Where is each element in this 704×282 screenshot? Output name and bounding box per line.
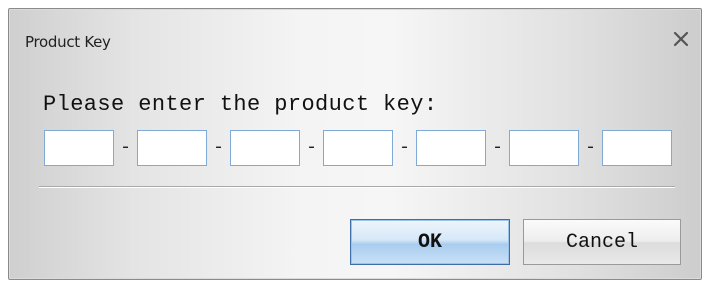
dialog-title: Product Key — [25, 33, 111, 51]
divider — [39, 186, 675, 188]
key-separator: - — [120, 138, 131, 158]
key-separator: - — [492, 138, 503, 158]
close-icon — [673, 31, 689, 47]
key-segment-3[interactable] — [230, 130, 300, 166]
key-segment-4[interactable] — [323, 130, 393, 166]
key-segment-2[interactable] — [137, 130, 207, 166]
product-key-dialog: Product Key Please enter the product key… — [8, 8, 702, 280]
close-button[interactable] — [669, 27, 693, 51]
product-key-fields: - - - - - - — [44, 130, 672, 166]
key-segment-7[interactable] — [602, 130, 672, 166]
ok-button[interactable]: OK — [350, 219, 510, 265]
key-segment-6[interactable] — [509, 130, 579, 166]
cancel-button[interactable]: Cancel — [523, 219, 681, 265]
key-segment-1[interactable] — [44, 130, 114, 166]
instruction-text: Please enter the product key: — [43, 92, 438, 117]
key-separator: - — [399, 138, 410, 158]
key-segment-5[interactable] — [416, 130, 486, 166]
key-separator: - — [306, 138, 317, 158]
key-separator: - — [213, 138, 224, 158]
key-separator: - — [585, 138, 596, 158]
